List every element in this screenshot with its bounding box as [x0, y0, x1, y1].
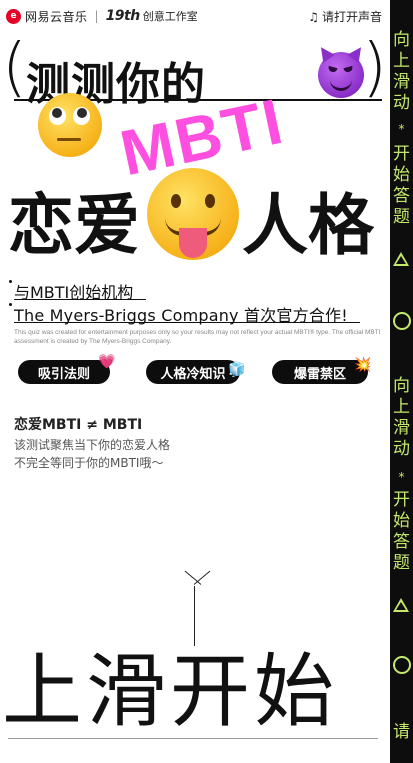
brand-19th: 19th	[105, 8, 141, 24]
strip-text-swipe: 向上滑动	[393, 30, 410, 113]
studio-name: 创意工作室	[142, 10, 198, 23]
music-note-icon: ♫	[308, 9, 319, 24]
disclaimer-text: This quiz was created for entertainment …	[14, 329, 381, 345]
sparkling-heart-icon: 💗	[98, 354, 116, 370]
swipe-start-cta[interactable]: 上滑开始	[2, 652, 338, 732]
circle-icon	[393, 656, 411, 674]
title-bracket-close: )	[362, 31, 387, 105]
logo-glyph: e	[10, 11, 17, 21]
ice-cube-icon: 🧊	[228, 362, 246, 378]
subtitle-dot	[9, 303, 12, 306]
strip-text-swipe: 向上滑动	[393, 376, 410, 459]
strip-star: *	[398, 122, 405, 136]
triangle-icon	[393, 598, 409, 612]
title-line2-right: 人格	[242, 187, 374, 264]
strip-text-start: 开始答题	[393, 144, 410, 227]
subtitle-dot	[9, 280, 12, 283]
pill-attraction: 吸引法则	[18, 360, 110, 384]
bottom-divider	[8, 738, 378, 739]
topic-pills: 吸引法则 💗 人格冷知识 🧊 爆雷禁区 💥	[14, 354, 384, 386]
pill-personality-trivia: 人格冷知识	[146, 360, 240, 384]
sound-toggle-button[interactable]: ♫ 请打开声音	[308, 8, 382, 25]
pill-label: 人格冷知识	[160, 366, 226, 382]
pill-label: 爆雷禁区	[293, 366, 346, 382]
strip-text-please: 请	[393, 722, 410, 742]
sound-label: 请打开声音	[321, 10, 382, 24]
strip-text-start: 开始答题	[393, 490, 410, 573]
brand-name: 网易云音乐	[25, 9, 88, 24]
subtitle-line2-underline	[14, 322, 360, 323]
smiling-devil-emoji-icon	[315, 43, 367, 98]
section-title: 恋爱MBTI ≠ MBTI	[14, 417, 143, 433]
side-marquee-strip: 向上滑动 * 开始答题 向上滑动 * 开始答题 请	[390, 0, 413, 763]
section-desc-line2: 不完全等同于你的MBTI哦～	[14, 456, 164, 470]
landing-page: e 网易云音乐 | 19th 创意工作室 ♫ 请打开声音 ( 测测你的 ) MB…	[0, 0, 390, 763]
strip-star: *	[398, 470, 405, 484]
collision-icon: 💥	[354, 357, 372, 373]
title-bracket-open: (	[2, 31, 27, 105]
title-line2-left: 恋爱	[8, 187, 140, 264]
top-bar: e 网易云音乐 | 19th 创意工作室 ♫ 请打开声音	[6, 7, 386, 25]
pill-label: 吸引法则	[37, 366, 90, 382]
netease-music-logo-icon: e	[6, 8, 21, 24]
tongue-out-emoji-icon	[147, 168, 239, 260]
triangle-icon	[393, 252, 409, 266]
circle-icon	[393, 312, 411, 330]
eye-roll-emoji-icon	[38, 93, 102, 157]
subtitle-line1-underline	[14, 299, 146, 300]
brand-separator: |	[94, 9, 99, 23]
section-desc-line1: 该测试聚焦当下你的恋爱人格	[14, 438, 171, 452]
